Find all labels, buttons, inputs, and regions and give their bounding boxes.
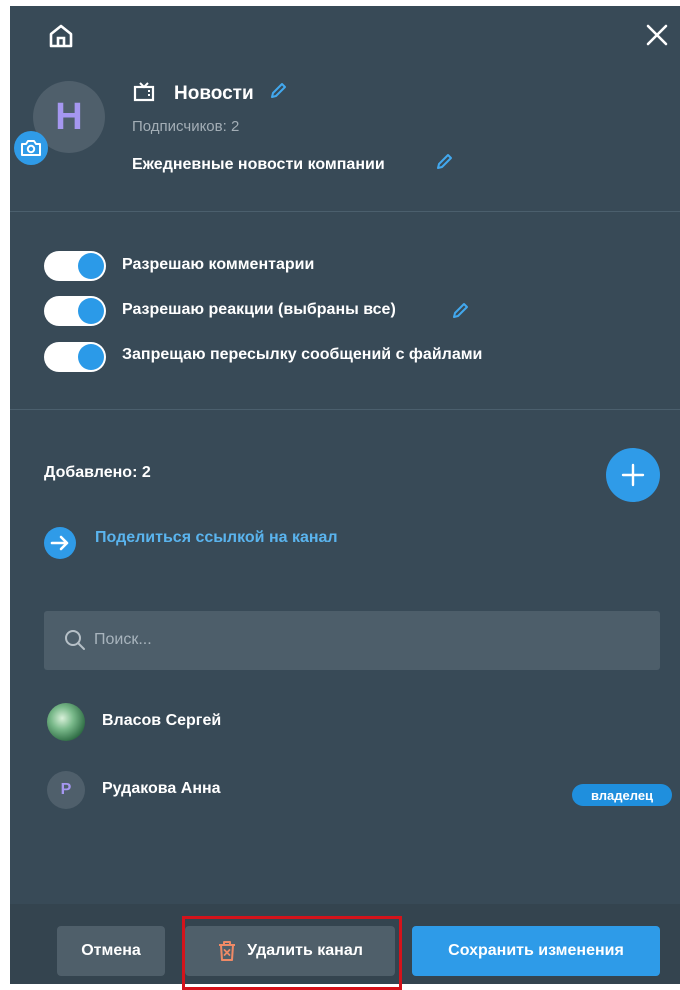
camera-icon[interactable]: [14, 131, 48, 165]
arrow-right-icon[interactable]: [44, 527, 76, 559]
avatar: [47, 703, 85, 741]
highlight-frame: [182, 916, 402, 990]
toggle-forward-files-label: Запрещаю пересылку сообщений с файлами: [122, 346, 483, 363]
channel-settings-panel: Н Новости Подписчиков: 2 Ежедневные ново…: [10, 6, 680, 990]
share-link[interactable]: Поделиться ссылкой на канал: [95, 529, 338, 547]
toggle-reactions-label: Разрешаю реакции (выбраны все): [122, 301, 396, 318]
divider: [10, 409, 680, 410]
edit-description-pencil-icon[interactable]: [434, 152, 454, 172]
edit-reactions-pencil-icon[interactable]: [450, 301, 470, 321]
channel-name: Новости: [174, 83, 254, 104]
toggle-comments[interactable]: [44, 251, 106, 281]
tv-icon: [132, 80, 158, 106]
divider: [10, 211, 680, 212]
toggle-reactions[interactable]: [44, 296, 106, 326]
search-input[interactable]: Поиск...: [44, 611, 660, 670]
added-count: Добавлено: 2: [44, 464, 151, 481]
close-icon[interactable]: [643, 21, 671, 49]
member-name[interactable]: Рудакова Анна: [102, 780, 221, 798]
plus-icon[interactable]: [606, 448, 660, 502]
subscribers-count: Подписчиков: 2: [132, 118, 240, 135]
cancel-button-label: Отмена: [81, 942, 141, 959]
toggle-forward-files[interactable]: [44, 342, 106, 372]
search-placeholder: Поиск...: [94, 631, 152, 648]
home-icon[interactable]: [46, 21, 76, 51]
edit-name-pencil-icon[interactable]: [268, 81, 288, 101]
save-changes-button[interactable]: Сохранить изменения: [412, 926, 660, 976]
avatar: Р: [47, 771, 85, 809]
save-changes-label: Сохранить изменения: [448, 942, 624, 959]
channel-description: Ежедневные новости компании: [132, 156, 385, 173]
toggle-comments-label: Разрешаю комментарии: [122, 256, 315, 273]
search-icon: [64, 629, 88, 653]
cancel-button[interactable]: Отмена: [57, 926, 165, 976]
member-name[interactable]: Власов Сергей: [102, 712, 221, 730]
owner-badge: владелец: [572, 784, 672, 806]
